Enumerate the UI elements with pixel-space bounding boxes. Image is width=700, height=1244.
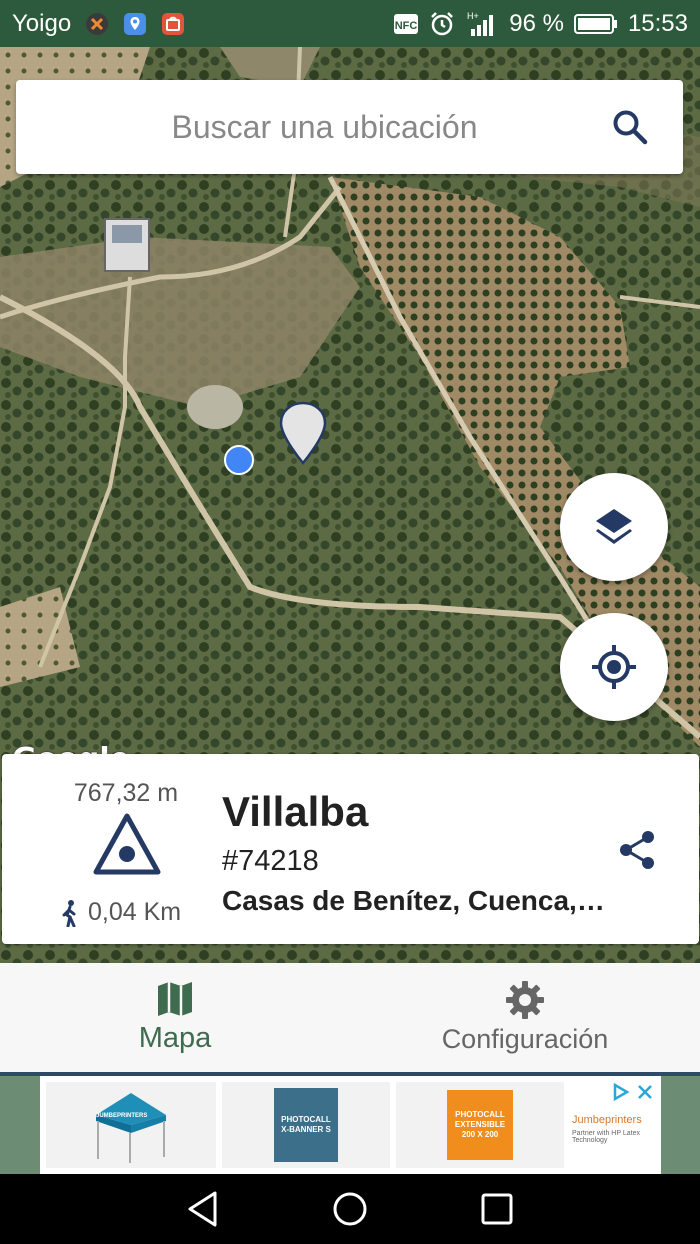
search-icon (613, 110, 648, 145)
home-icon (333, 1192, 367, 1226)
gear-icon (506, 981, 544, 1019)
layers-button[interactable] (560, 473, 668, 581)
nav-settings[interactable]: Configuración (350, 963, 700, 1072)
photocall-image: PHOTOCALL EXTENSIBLE 200 X 200 (447, 1090, 513, 1160)
ad-brand-sub: Partner with HP Latex Technology (572, 1130, 640, 1144)
svg-text:NFC: NFC (395, 20, 418, 32)
search-button[interactable] (595, 92, 665, 162)
place-name: Villalba (222, 788, 369, 835)
system-navigation-bar (0, 1174, 700, 1244)
ad-tile-tent[interactable]: JUMBEPRINTERS (46, 1082, 216, 1168)
signal-icon: H+ (465, 10, 499, 38)
place-marker-icon[interactable] (279, 401, 327, 465)
tent-image (96, 1093, 166, 1163)
back-button[interactable] (168, 1174, 238, 1244)
battery-icon (573, 13, 618, 35)
search-input[interactable] (16, 107, 595, 147)
ad-brand-name: Jumbeprinters (572, 1114, 642, 1126)
ad-tile-photocall-text: PHOTOCALL EXTENSIBLE 200 X 200 (454, 1110, 506, 1139)
ad-tile-xbanner[interactable]: PHOTOCALL X-BANNER S (222, 1082, 390, 1168)
place-id: #74218 (222, 845, 319, 877)
recents-button[interactable] (462, 1174, 532, 1244)
maps-icon (123, 12, 147, 36)
svg-text:H+: H+ (467, 11, 479, 21)
share-icon (620, 831, 654, 869)
ad-brand[interactable]: Jumbeprinters Partner with HP Latex Tech… (564, 1076, 661, 1174)
walk-icon (62, 899, 76, 927)
app-notification-icon (85, 12, 109, 36)
recents-icon (481, 1193, 513, 1225)
peak-icon (93, 813, 161, 875)
adchoices-icon[interactable] (611, 1082, 631, 1102)
distance-label: 0,04 Km (88, 898, 182, 926)
elevation-label: 767,32 m (73, 779, 179, 807)
ad-banner[interactable]: JUMBEPRINTERS PHOTOCALL X-BANNER S PHOTO… (40, 1076, 661, 1174)
battery-percent: 96 % (509, 9, 564, 37)
clock: 15:53 (627, 9, 688, 37)
place-region: Casas de Benítez, Cuenca, Castilla-La Ma… (222, 885, 612, 916)
my-location-icon (592, 645, 636, 689)
my-location-button[interactable] (560, 613, 668, 721)
alarm-icon (429, 11, 455, 37)
walking-distance: 0,04 Km (60, 898, 181, 927)
share-button[interactable] (612, 825, 662, 875)
nfc-icon: NFC (393, 13, 419, 35)
ad-close-icon[interactable] (635, 1082, 655, 1102)
xbanner-image: PHOTOCALL X-BANNER S (274, 1088, 338, 1162)
store-notification-icon (161, 12, 185, 36)
bottom-navigation: Mapa Configuración (0, 963, 700, 1072)
nav-map[interactable]: Mapa (0, 963, 350, 1072)
back-icon (188, 1191, 217, 1227)
current-location-dot (224, 445, 254, 475)
carrier-label: Yoigo (12, 9, 72, 37)
status-bar: Yoigo NFC H+ 96 % 15:53 (0, 0, 700, 47)
map-icon (158, 982, 192, 1016)
layers-icon (596, 509, 632, 544)
search-bar (16, 80, 683, 174)
home-button[interactable] (315, 1174, 385, 1244)
ad-tile-tent-text: JUMBEPRINTERS (96, 1113, 148, 1119)
nav-map-label: Mapa (138, 1022, 212, 1054)
ad-tile-photocall[interactable]: PHOTOCALL EXTENSIBLE 200 X 200 (396, 1082, 564, 1168)
ad-tile-xbanner-text: PHOTOCALL X-BANNER S (281, 1115, 331, 1134)
nav-settings-label: Configuración (441, 1024, 609, 1054)
